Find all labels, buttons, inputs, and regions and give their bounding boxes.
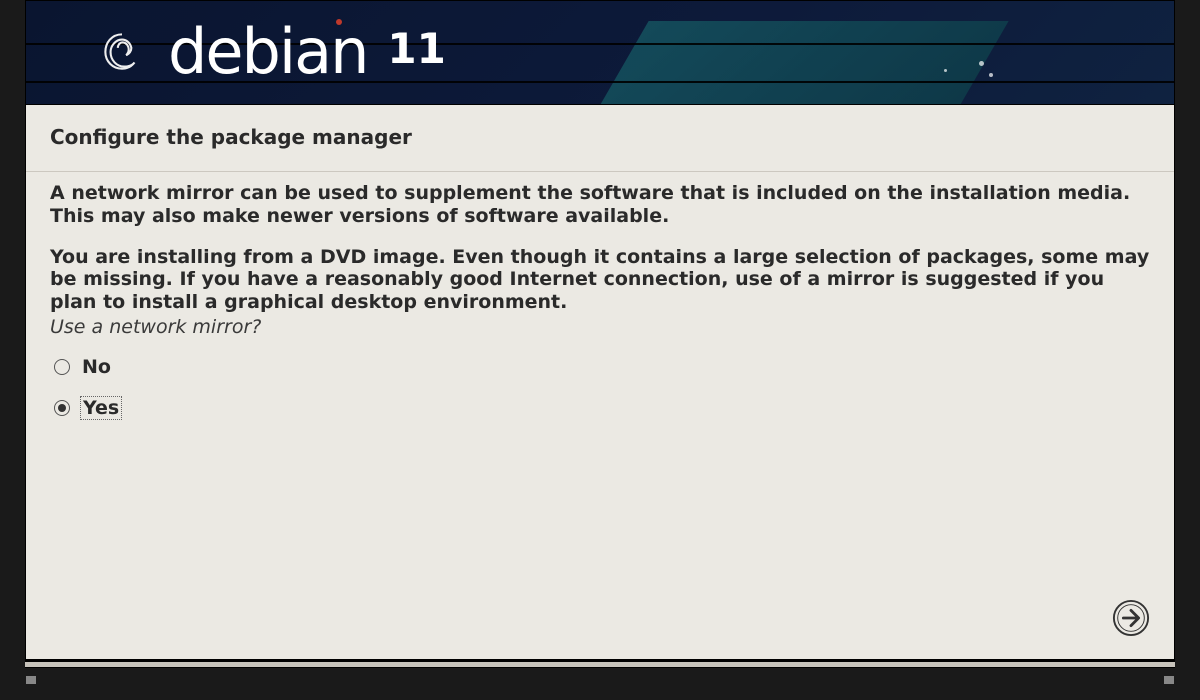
radio-icon: [54, 400, 70, 416]
brand-name: debian: [168, 15, 367, 88]
page-title: Configure the package manager: [26, 105, 1174, 171]
debian-logo: debian 11: [96, 15, 446, 88]
content-area: Configure the package manager A network …: [26, 105, 1174, 659]
description-block: A network mirror can be used to suppleme…: [26, 171, 1174, 314]
option-yes-label: Yes: [80, 396, 122, 420]
options-group: No Yes: [26, 338, 1174, 456]
header-banner: debian 11: [26, 1, 1174, 105]
description-paragraph-1: A network mirror can be used to suppleme…: [50, 172, 1150, 228]
installer-window: debian 11 Configure the package manager …: [25, 0, 1175, 660]
bottom-bar: [25, 660, 1175, 668]
corner-mark-icon: [26, 676, 36, 684]
continue-button[interactable]: [1112, 599, 1150, 637]
option-no[interactable]: No: [54, 356, 1146, 378]
debian-swirl-icon: [96, 25, 148, 77]
outer-frame: debian 11 Configure the package manager …: [0, 0, 1200, 700]
description-paragraph-2: You are installing from a DVD image. Eve…: [50, 228, 1150, 314]
question-prompt: Use a network mirror?: [26, 314, 1174, 338]
option-no-label: No: [80, 356, 113, 378]
radio-icon: [54, 359, 70, 375]
option-yes[interactable]: Yes: [54, 396, 1146, 420]
corner-mark-icon: [1164, 676, 1174, 684]
brand-version: 11: [387, 24, 445, 73]
radio-selected-icon: [58, 404, 66, 412]
banner-accent: [579, 21, 1008, 105]
